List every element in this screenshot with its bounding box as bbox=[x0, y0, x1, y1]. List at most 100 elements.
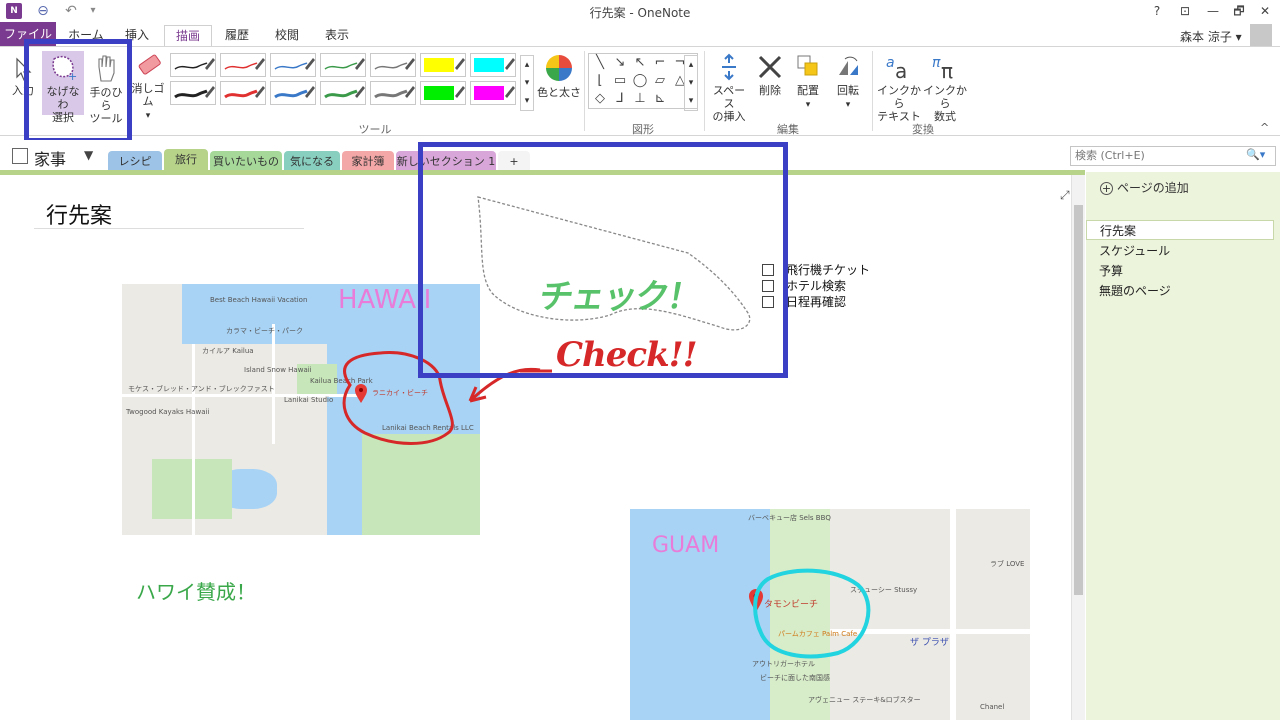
customize-qa-icon[interactable]: ▾ bbox=[84, 2, 102, 20]
shape-gallery-scroll[interactable]: ▴ ▾ ▾ bbox=[684, 55, 698, 111]
shape-gallery[interactable]: ╲ ↘ ↖ ⌐ ¬ ⌊ ▭ ◯ ▱ △ ◇ ⅃ ⊥ ⊾ bbox=[588, 53, 698, 109]
avatar[interactable] bbox=[1250, 24, 1272, 46]
checklist-item-label: ホテル検索 bbox=[786, 279, 847, 293]
arrange-dropdown-icon[interactable]: ▾ bbox=[806, 100, 811, 110]
checklist-item[interactable]: 日程再確認 bbox=[762, 294, 870, 310]
tab-home[interactable]: ホーム bbox=[66, 25, 106, 46]
ink-to-math-button[interactable]: ππ インクから 数式 bbox=[922, 53, 968, 123]
lasso-select-button[interactable]: + なげなわ 選択 bbox=[42, 51, 84, 124]
graph-shape-icon[interactable]: ⊥ bbox=[631, 90, 649, 108]
help-button[interactable]: ? bbox=[1144, 2, 1170, 20]
back-icon[interactable]: ⊖ bbox=[34, 2, 52, 20]
checkbox[interactable] bbox=[762, 280, 774, 292]
notebook-icon[interactable] bbox=[12, 148, 28, 164]
pen-swatch[interactable] bbox=[470, 53, 516, 77]
section-tab[interactable]: 気になる bbox=[284, 151, 340, 172]
close-button[interactable]: ✕ bbox=[1252, 2, 1278, 20]
undo-icon[interactable]: ↶ bbox=[62, 2, 80, 20]
insert-space-button[interactable]: スペース の挿入 bbox=[708, 53, 750, 123]
ink-to-text-button[interactable]: aa インクから テキスト bbox=[876, 53, 922, 123]
pen-swatch[interactable] bbox=[370, 53, 416, 77]
checkbox[interactable] bbox=[762, 264, 774, 276]
checklist-item[interactable]: 飛行機チケット bbox=[762, 262, 870, 278]
pen-gallery-scroll[interactable]: ▴ ▾ ▾ bbox=[520, 55, 534, 111]
pen-swatch[interactable] bbox=[320, 81, 366, 105]
pen-swatch[interactable] bbox=[220, 53, 266, 77]
restore-button[interactable]: 🗗 bbox=[1226, 2, 1252, 20]
arrange-button[interactable]: 配置 ▾ bbox=[790, 53, 826, 112]
graph3d-shape-icon[interactable]: ⊾ bbox=[651, 90, 669, 108]
map-label: アヴェニュー ステーキ&ロブスター bbox=[808, 696, 921, 704]
pen-swatch[interactable] bbox=[270, 53, 316, 77]
pen-swatch[interactable] bbox=[420, 53, 466, 77]
line-shape-icon[interactable]: ╲ bbox=[591, 54, 609, 72]
section-tab[interactable]: 新しいセクション 1 bbox=[396, 151, 496, 172]
checklist-item[interactable]: ホテル検索 bbox=[762, 278, 870, 294]
type-button[interactable]: 入力 bbox=[8, 57, 38, 97]
ribbon-display-button[interactable]: ⊡ bbox=[1172, 2, 1198, 20]
pen-swatch[interactable] bbox=[270, 81, 316, 105]
axis-shape-icon[interactable]: ⅃ bbox=[611, 90, 629, 108]
pen-swatch[interactable] bbox=[170, 53, 216, 77]
rotate-button[interactable]: 回転 ▾ bbox=[830, 53, 866, 112]
delete-button[interactable]: 削除 bbox=[752, 53, 788, 97]
section-tab[interactable]: 買いたいもの bbox=[210, 151, 282, 172]
eraser-button[interactable]: 消しゴム ▾ bbox=[128, 53, 168, 123]
pen-swatch[interactable] bbox=[370, 81, 416, 105]
expand-icon[interactable]: ⤢ bbox=[1060, 188, 1070, 203]
minimize-button[interactable]: — bbox=[1200, 2, 1226, 20]
add-page-button[interactable]: + ページの追加 bbox=[1100, 179, 1189, 196]
parallelogram-shape-icon[interactable]: ▱ bbox=[651, 72, 669, 90]
rectangle-shape-icon[interactable]: ▭ bbox=[611, 72, 629, 90]
notebook-dropdown-icon[interactable]: ▼ bbox=[84, 148, 93, 162]
hawaii-map-image[interactable]: Best Beach Hawaii Vacation カラマ・ビーチ・パーク カ… bbox=[122, 284, 480, 535]
page-item-schedule[interactable]: スケジュール bbox=[1086, 241, 1274, 261]
arrow-shape-icon[interactable]: ↘ bbox=[611, 54, 629, 72]
ink-red-arrow[interactable] bbox=[468, 367, 541, 403]
color-thickness-button[interactable]: 色と太さ bbox=[537, 53, 581, 99]
page-item-travel-plan[interactable]: 行先案 bbox=[1086, 220, 1274, 240]
diamond-shape-icon[interactable]: ◇ bbox=[591, 90, 609, 108]
pen-swatch[interactable] bbox=[470, 81, 516, 105]
checklist-item-label: 日程再確認 bbox=[786, 295, 847, 309]
vertical-scrollbar[interactable] bbox=[1071, 175, 1085, 720]
corner-shape-icon[interactable]: ⌊ bbox=[591, 72, 609, 90]
rotate-dropdown-icon[interactable]: ▾ bbox=[846, 100, 851, 110]
svg-text:a: a bbox=[886, 55, 895, 71]
hand-tool-button[interactable]: 手のひら ツール bbox=[86, 53, 126, 125]
ellipse-shape-icon[interactable]: ◯ bbox=[631, 72, 649, 90]
hawaii-agree-text[interactable]: ハワイ賛成！ bbox=[136, 576, 256, 605]
tab-history[interactable]: 履歴 bbox=[216, 25, 258, 46]
pen-swatch[interactable] bbox=[320, 53, 366, 77]
page-title[interactable]: 行先案 bbox=[46, 198, 112, 230]
elbow-arrow-shape-icon[interactable]: ⌐ bbox=[651, 54, 669, 72]
tab-insert[interactable]: 挿入 bbox=[116, 25, 158, 46]
tab-view[interactable]: 表示 bbox=[316, 25, 358, 46]
search-icon[interactable]: 🔍▾ bbox=[1246, 148, 1265, 161]
scroll-thumb[interactable] bbox=[1074, 205, 1083, 595]
tab-review[interactable]: 校閲 bbox=[266, 25, 308, 46]
guam-label[interactable]: GUAM bbox=[652, 533, 719, 558]
section-tab[interactable]: 家計簿 bbox=[342, 151, 394, 172]
insert-space-icon bbox=[722, 53, 736, 81]
tab-draw[interactable]: 描画 bbox=[164, 25, 212, 46]
add-section-button[interactable]: + bbox=[498, 151, 530, 172]
checkbox[interactable] bbox=[762, 296, 774, 308]
collapse-ribbon-icon[interactable]: ^ bbox=[1260, 121, 1269, 134]
page-item-budget[interactable]: 予算 bbox=[1086, 261, 1274, 281]
notebook-name[interactable]: 家事 bbox=[34, 146, 66, 170]
section-tab[interactable]: レシピ bbox=[108, 151, 162, 172]
hawaii-label[interactable]: HAWAII bbox=[338, 285, 431, 315]
page-item-untitled[interactable]: 無題のページ bbox=[1086, 281, 1274, 301]
pen-swatch[interactable] bbox=[170, 81, 216, 105]
double-arrow-shape-icon[interactable]: ↖ bbox=[631, 54, 649, 72]
title-bar: N ⊖ ↶ ▾ 行先案 - OneNote ? ⊡ — 🗗 ✕ bbox=[0, 0, 1280, 22]
user-name[interactable]: 森本 涼子 ▾ bbox=[1180, 28, 1242, 45]
ink-check-text-en[interactable]: Check!! bbox=[556, 335, 698, 375]
pen-swatch[interactable] bbox=[220, 81, 266, 105]
pen-swatch[interactable] bbox=[420, 81, 466, 105]
section-tab[interactable]: 旅行 bbox=[164, 149, 208, 172]
eraser-dropdown-icon[interactable]: ▾ bbox=[146, 111, 151, 121]
page-canvas[interactable]: 行先案 Best Beach Hawaii Vacation カラマ・ビーチ・パ… bbox=[0, 175, 1070, 720]
ink-check-text[interactable]: チェック！ bbox=[536, 269, 705, 318]
